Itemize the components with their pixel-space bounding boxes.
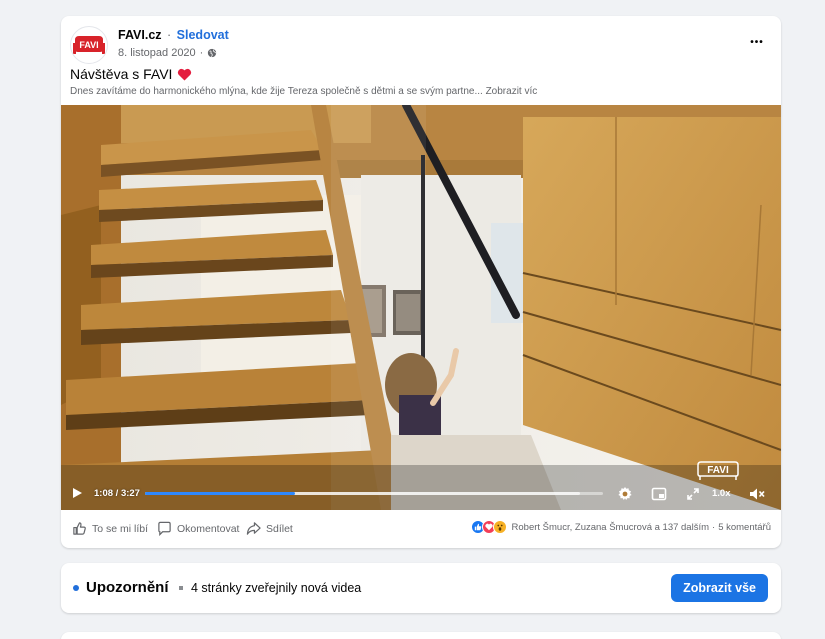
- notice-separator: [179, 586, 183, 590]
- picture-in-picture-icon[interactable]: [650, 485, 667, 502]
- video-frame: [61, 105, 781, 510]
- playback-speed[interactable]: 1.0x: [712, 488, 731, 499]
- watermark-text: FAVI: [707, 465, 729, 476]
- post-text: Dnes zavítáme do harmonického mlýna, kde…: [70, 86, 537, 97]
- video-player[interactable]: FAVI 1:08 / 3:27 1.0x: [61, 105, 781, 510]
- reactions-separator: ·: [712, 521, 716, 533]
- comment-button[interactable]: Okomentovat: [157, 521, 239, 536]
- post-actions: To se mi líbí Okomentovat Sdílet Robert …: [61, 514, 781, 544]
- video-time: 1:08 / 3:27: [94, 488, 140, 499]
- follow-link[interactable]: Sledovat: [177, 28, 229, 42]
- show-more-link[interactable]: Zobrazit víc: [486, 86, 538, 97]
- post-date[interactable]: 8. listopad 2020: [118, 47, 196, 59]
- heart-emoji-icon: [178, 68, 192, 81]
- new-videos-notice: Upozornění 4 stránky zveřejnily nová vid…: [61, 563, 781, 613]
- reaction-icons: [470, 520, 507, 534]
- post-title: Návštěva s FAVI: [70, 66, 192, 82]
- unread-dot: [73, 585, 79, 591]
- like-label: To se mi líbí: [92, 522, 149, 535]
- like-button[interactable]: To se mi líbí: [72, 521, 148, 536]
- globe-icon: [208, 48, 217, 58]
- share-icon: [246, 522, 261, 535]
- thumbs-up-icon: [73, 522, 86, 535]
- comments-count[interactable]: 5 komentářů: [718, 522, 771, 533]
- author-line: FAVI.cz · Sledovat: [118, 28, 229, 42]
- reactions-text: Robert Šmucr, Zuzana Šmucrová a 137 dalš…: [511, 521, 710, 533]
- post-title-text: Návštěva s FAVI: [70, 66, 173, 82]
- page-avatar[interactable]: FAVI: [70, 26, 108, 64]
- wow-reaction-icon: [492, 520, 507, 534]
- comment-label: Okomentovat: [177, 522, 240, 535]
- share-button[interactable]: Sdílet: [246, 521, 293, 536]
- comment-icon: [158, 521, 171, 536]
- next-feed-card: [61, 632, 781, 639]
- time-separator: /: [113, 488, 121, 499]
- current-time: 1:08: [94, 488, 114, 499]
- favi-logo-icon: FAVI: [73, 36, 105, 54]
- show-all-button[interactable]: Zobrazit vše: [671, 574, 768, 602]
- more-options-icon: •••: [750, 36, 764, 48]
- avatar-logo-text: FAVI: [79, 40, 98, 50]
- more-options-button[interactable]: •••: [744, 32, 770, 52]
- video-controls: 1:08 / 3:27 1.0x: [61, 476, 781, 510]
- post-header: FAVI FAVI.cz · Sledovat 8. listopad 2020…: [70, 26, 770, 66]
- post-meta: 8. listopad 2020 ·: [118, 47, 217, 59]
- notice-text: 4 stránky zveřejnily nová videa: [191, 581, 362, 595]
- progress-bar[interactable]: [145, 492, 603, 495]
- volume-muted-icon[interactable]: [749, 485, 766, 502]
- author-separator: ·: [167, 28, 172, 42]
- post-text-body: Dnes zavítáme do harmonického mlýna, kde…: [70, 86, 483, 97]
- notice-title: Upozornění: [86, 579, 169, 596]
- share-label: Sdílet: [266, 522, 293, 535]
- progress-played: [145, 492, 296, 495]
- play-icon[interactable]: [71, 487, 83, 499]
- feed-post: FAVI FAVI.cz · Sledovat 8. listopad 2020…: [61, 16, 781, 548]
- fullscreen-icon[interactable]: [684, 485, 701, 502]
- meta-separator: ·: [199, 47, 204, 59]
- duration: 3:27: [120, 488, 140, 499]
- reactions-summary[interactable]: Robert Šmucr, Zuzana Šmucrová a 137 dalš…: [470, 520, 771, 534]
- author-name[interactable]: FAVI.cz: [118, 28, 162, 42]
- settings-icon[interactable]: [616, 485, 633, 502]
